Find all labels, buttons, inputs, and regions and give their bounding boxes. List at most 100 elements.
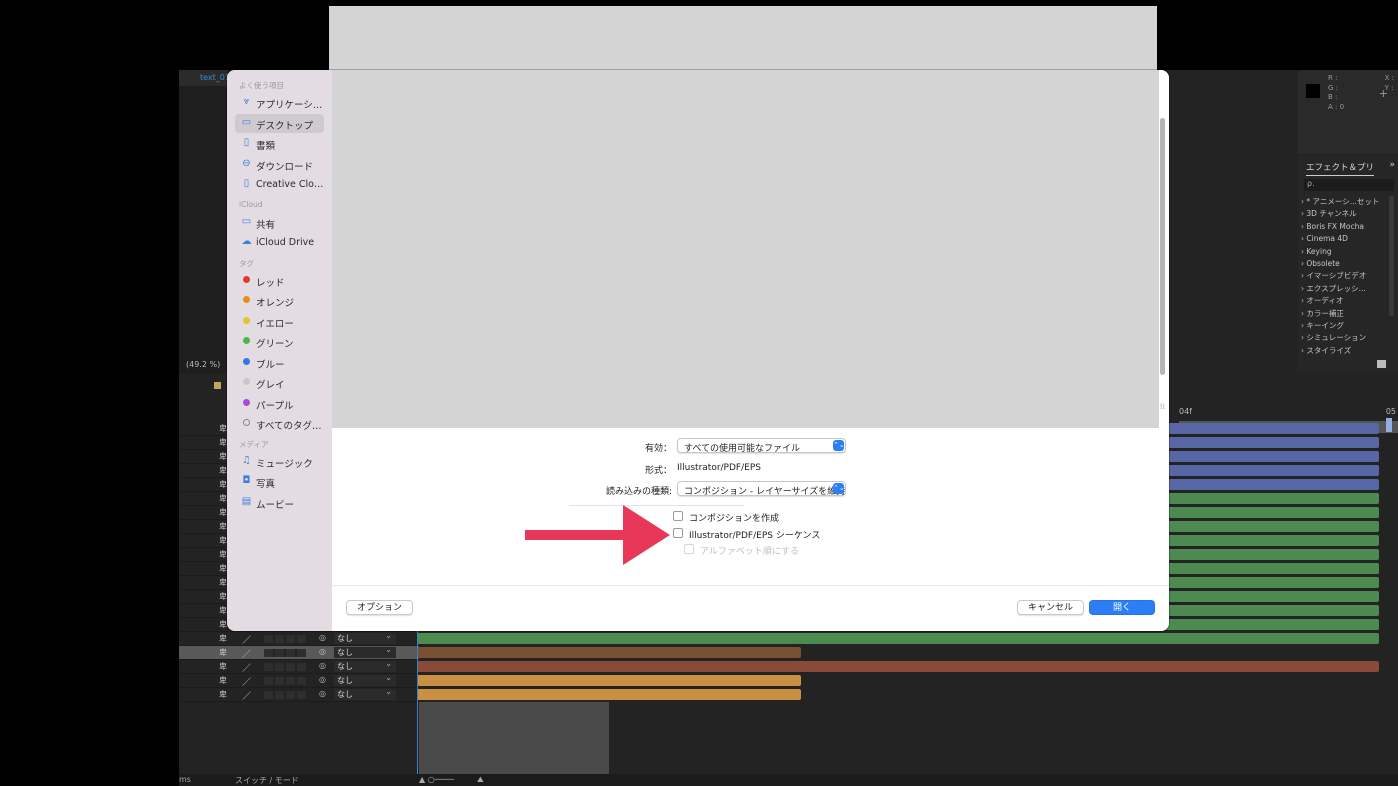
effects-category-item[interactable]: › オーディオ — [1301, 295, 1379, 307]
quality-switch-icon[interactable]: ／ — [242, 661, 251, 674]
switch-boxes[interactable] — [264, 635, 306, 643]
shy-icon[interactable]: 卑 — [219, 465, 227, 476]
parent-dropdown[interactable]: なし — [334, 687, 396, 700]
shy-icon[interactable]: 卑 — [219, 535, 227, 546]
shy-icon[interactable]: 卑 — [219, 675, 227, 686]
parent-pickwhip-icon[interactable]: ◎ — [319, 689, 326, 698]
splitter-grip-icon[interactable]: ⁞⁞ — [1160, 402, 1165, 411]
effects-search-input[interactable]: ρ. — [1304, 179, 1394, 191]
sidebar-item[interactable]: パープル — [235, 394, 324, 413]
effects-category-item[interactable]: › Keying — [1301, 246, 1379, 258]
timeline-ruler[interactable]: 04f 05 — [1179, 400, 1398, 433]
shy-icon[interactable]: 卑 — [219, 689, 227, 700]
zoom-out-icon[interactable]: ▲ ○──── — [419, 775, 454, 784]
effects-category-item[interactable]: › スタイライズ — [1301, 345, 1379, 357]
sidebar-item[interactable]: ⩔ アプリケーシ… — [235, 93, 324, 112]
playhead-marker[interactable] — [1386, 418, 1392, 432]
parent-dropdown[interactable]: なし — [334, 659, 396, 672]
shy-icon[interactable]: 卑 — [219, 451, 227, 462]
sidebar-item[interactable]: ▯ Creative Clo… — [235, 175, 324, 194]
layer-bar[interactable] — [417, 647, 801, 658]
sidebar-item[interactable]: ▭ 共有 — [235, 213, 324, 232]
parent-dropdown[interactable]: なし — [334, 673, 396, 686]
sidebar-item[interactable]: すべてのタグ… — [235, 414, 324, 433]
sidebar-item[interactable]: グリーン — [235, 332, 324, 351]
tag-color-icon — [241, 274, 252, 287]
parent-pickwhip-icon[interactable]: ◎ — [319, 647, 326, 656]
effects-category-item[interactable]: › エクスプレッシ... — [1301, 283, 1379, 295]
shy-icon[interactable]: 卑 — [219, 647, 227, 658]
zoom-in-icon[interactable]: ⛰ — [477, 775, 484, 785]
layer-bar[interactable] — [417, 689, 801, 700]
composition-tab[interactable]: text_01 — [179, 70, 230, 86]
parent-pickwhip-icon[interactable]: ◎ — [319, 633, 326, 642]
sidebar-item[interactable]: オレンジ — [235, 291, 324, 310]
enable-popup[interactable]: すべての使用可能なファイル ⌃⌄ — [677, 438, 846, 454]
effects-category-item[interactable]: › イマーシブビデオ — [1301, 270, 1379, 282]
parent-dropdown[interactable]: なし — [334, 631, 396, 644]
zoom-level[interactable]: (49.2 %) — [186, 360, 220, 369]
shy-icon[interactable]: 卑 — [219, 493, 227, 504]
shy-icon[interactable]: 卑 — [219, 661, 227, 672]
parent-pickwhip-icon[interactable]: ◎ — [319, 675, 326, 684]
shy-icon[interactable]: 卑 — [219, 605, 227, 616]
effects-category-item[interactable]: › シミュレーション — [1301, 332, 1379, 344]
parent-pickwhip-icon[interactable]: ◎ — [319, 661, 326, 670]
sidebar-item[interactable]: ⊖ ダウンロード — [235, 155, 324, 174]
effects-panel-title[interactable]: エフェクト＆プリ — [1306, 161, 1375, 176]
parent-dropdown[interactable]: なし — [334, 645, 396, 658]
quality-switch-icon[interactable]: ／ — [242, 633, 251, 646]
sidebar-item[interactable]: グレイ — [235, 373, 324, 392]
shy-icon[interactable]: 卑 — [219, 437, 227, 448]
file-browser-preview[interactable] — [332, 70, 1159, 428]
shy-icon[interactable]: 卑 — [219, 633, 227, 644]
effects-category-item[interactable]: › Obsolete — [1301, 258, 1379, 270]
sidebar-item[interactable]: ☁ iCloud Drive — [235, 233, 324, 252]
switch-boxes[interactable] — [264, 691, 306, 699]
layer-row[interactable]: 卑 ／ ◎ なし — [179, 659, 419, 674]
sidebar-item[interactable]: レッド — [235, 271, 324, 290]
options-button[interactable]: オプション — [346, 600, 413, 615]
effects-category-item[interactable]: › キーイング — [1301, 320, 1379, 332]
layer-row[interactable]: 卑 ／ ◎ なし — [179, 673, 419, 688]
layer-bar[interactable] — [417, 675, 801, 686]
sidebar-item[interactable]: ▯ 書類 — [235, 134, 324, 153]
cancel-button[interactable]: キャンセル — [1017, 600, 1084, 615]
layer-row[interactable]: 卑 ／ ◎ なし — [179, 687, 419, 702]
shy-icon[interactable]: 卑 — [219, 577, 227, 588]
shy-icon[interactable]: 卑 — [219, 563, 227, 574]
effects-category-item[interactable]: › Boris FX Mocha — [1301, 221, 1379, 233]
browser-scrollbar[interactable] — [1160, 118, 1165, 375]
layer-bar[interactable] — [417, 633, 1379, 644]
effects-category-item[interactable]: › 3D チャンネル — [1301, 208, 1379, 220]
effects-category-item[interactable]: › * アニメーシ...セット — [1301, 196, 1379, 208]
import-as-popup[interactable]: コンポジション - レイヤーサイズを維持 ⌃⌄ — [677, 481, 846, 497]
shy-icon[interactable]: 卑 — [219, 479, 227, 490]
shy-icon[interactable]: 卑 — [219, 507, 227, 518]
effects-scrollbar[interactable] — [1389, 196, 1394, 316]
panel-overflow-icon[interactable]: » — [1389, 160, 1395, 170]
layer-row[interactable]: 卑 ／ ◎ なし — [179, 645, 419, 660]
sidebar-item[interactable]: イエロー — [235, 312, 324, 331]
shy-icon[interactable]: 卑 — [219, 619, 227, 630]
quality-switch-icon[interactable]: ／ — [242, 675, 251, 688]
switch-boxes[interactable] — [264, 663, 306, 671]
layer-row[interactable]: 卑 ／ ◎ なし — [179, 631, 419, 646]
new-folder-icon[interactable] — [1377, 360, 1386, 368]
quality-switch-icon[interactable]: ／ — [242, 647, 251, 660]
shy-icon[interactable]: 卑 — [219, 549, 227, 560]
switch-boxes[interactable] — [264, 677, 306, 685]
switch-boxes[interactable] — [264, 649, 306, 657]
effects-category-item[interactable]: › カラー補正 — [1301, 308, 1379, 320]
shy-icon[interactable]: 卑 — [219, 591, 227, 602]
switch-mode-toggle[interactable]: スイッチ / モード — [235, 775, 299, 786]
quality-switch-icon[interactable]: ／ — [242, 689, 251, 702]
open-button[interactable]: 開く — [1089, 600, 1155, 615]
sidebar-item-label: ブルー — [256, 359, 285, 371]
effects-category-item[interactable]: › Cinema 4D — [1301, 233, 1379, 245]
shy-icon[interactable]: 卑 — [219, 521, 227, 532]
sidebar-item[interactable]: ブルー — [235, 353, 324, 372]
layer-bar[interactable] — [417, 661, 1379, 672]
sidebar-item[interactable]: ▭ デスクトップ — [235, 113, 324, 133]
shy-icon[interactable]: 卑 — [219, 423, 227, 434]
